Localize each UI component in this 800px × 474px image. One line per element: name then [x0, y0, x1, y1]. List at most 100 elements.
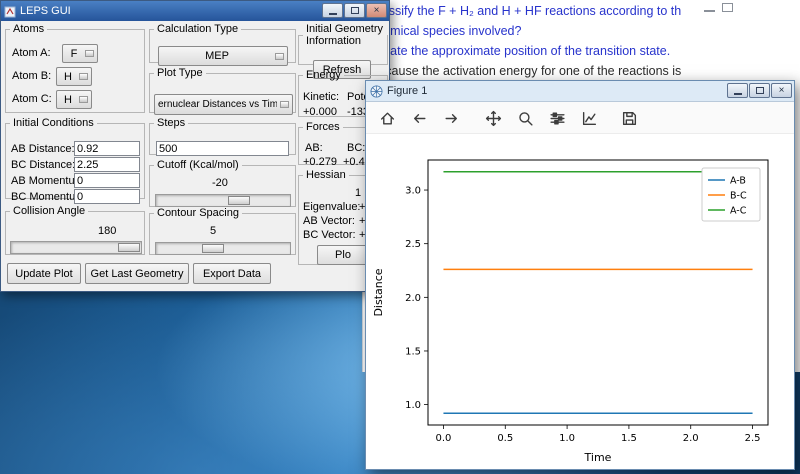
svg-text:1.0: 1.0	[405, 400, 421, 411]
svg-text:Time: Time	[584, 451, 612, 464]
dropdown-indicator-icon	[79, 73, 88, 80]
figure-window: Figure 1 ×	[365, 80, 795, 470]
forces-bc-label: BC:	[347, 142, 365, 154]
close-icon: ×	[779, 85, 785, 96]
leps-body: Atoms Atom A: F Atom B: H Atom C: H	[1, 21, 389, 291]
close-button[interactable]: ×	[366, 3, 387, 18]
cutoff-value: -20	[212, 177, 228, 189]
zoom-icon	[517, 110, 534, 127]
restore-icon[interactable]	[722, 3, 733, 12]
document-text-line: chemical species involved?	[370, 24, 521, 38]
dropdown-indicator-icon	[79, 96, 88, 103]
atom-c-value: H	[60, 94, 76, 106]
collision-angle-value: 180	[98, 225, 116, 237]
subplots-icon	[549, 110, 566, 127]
bc-distance-input[interactable]	[74, 157, 140, 172]
forces-ab-label: AB:	[305, 142, 323, 154]
hessian-group-label: Hessian	[303, 169, 349, 181]
plot-canvas[interactable]: 0.00.51.01.52.02.51.01.52.02.53.0TimeDis…	[366, 134, 794, 469]
calculation-type-label: Calculation Type	[154, 23, 241, 35]
home-button[interactable]	[374, 105, 400, 131]
close-button[interactable]: ×	[771, 83, 792, 98]
subplots-button[interactable]	[544, 105, 570, 131]
contour-spacing-group: Contour Spacing 5	[149, 207, 296, 255]
figure-titlebar[interactable]: Figure 1 ×	[366, 81, 794, 102]
contour-spacing-label: Contour Spacing	[154, 207, 242, 219]
bc-vector-label: BC Vector:	[303, 229, 356, 241]
cutoff-slider[interactable]	[155, 194, 291, 207]
atoms-group: Atoms Atom A: F Atom B: H Atom C: H	[5, 23, 145, 113]
dropdown-indicator-icon	[280, 101, 289, 108]
atom-a-label: Atom A:	[12, 47, 51, 59]
zoom-button[interactable]	[512, 105, 538, 131]
minimize-icon[interactable]	[704, 3, 715, 12]
leps-titlebar[interactable]: LEPS GUI ×	[1, 1, 389, 21]
maximize-button[interactable]	[344, 3, 365, 18]
document-text-line: Because the activation energy for one of…	[370, 64, 681, 78]
cutoff-slider-thumb[interactable]	[228, 196, 250, 205]
forward-icon	[443, 110, 460, 127]
energy-group-label: Energy	[303, 69, 344, 81]
steps-input[interactable]	[156, 141, 289, 156]
matplotlib-icon	[370, 85, 383, 98]
minimize-button[interactable]	[322, 3, 343, 18]
svg-text:Distance: Distance	[372, 268, 385, 316]
eigenvalue-label: Eigenvalue:	[303, 201, 361, 213]
forward-button[interactable]	[438, 105, 464, 131]
figure-toolbar	[366, 102, 794, 134]
svg-text:0.0: 0.0	[436, 433, 452, 444]
maximize-icon	[351, 7, 359, 14]
cutoff-label: Cutoff (Kcal/mol)	[154, 159, 242, 171]
calculation-type-group: Calculation Type MEP	[149, 23, 296, 63]
plot-hessian-button[interactable]: Plo	[317, 245, 369, 265]
customize-button[interactable]	[576, 105, 602, 131]
save-button[interactable]	[616, 105, 642, 131]
dropdown-indicator-icon	[275, 53, 284, 60]
document-text-line: Locate the approximate position of the t…	[370, 44, 670, 58]
atom-a-value: F	[66, 48, 82, 60]
calculation-type-select[interactable]: MEP	[158, 46, 288, 66]
atom-b-select[interactable]: H	[56, 67, 92, 86]
pan-button[interactable]	[480, 105, 506, 131]
svg-text:1.5: 1.5	[621, 433, 637, 444]
update-plot-button[interactable]: Update Plot	[7, 263, 81, 284]
plot-type-value: ernuclear Distances vs Tim	[158, 99, 277, 110]
steps-label: Steps	[154, 117, 188, 129]
svg-text:B-C: B-C	[730, 191, 747, 202]
svg-text:A-C: A-C	[730, 206, 747, 217]
back-button[interactable]	[406, 105, 432, 131]
contour-spacing-slider-thumb[interactable]	[202, 244, 224, 253]
atoms-group-label: Atoms	[10, 23, 47, 35]
kinetic-value: +0.000	[303, 106, 337, 118]
export-data-button[interactable]: Export Data	[193, 263, 271, 284]
atom-a-select[interactable]: F	[62, 44, 98, 63]
contour-spacing-slider[interactable]	[155, 242, 291, 255]
bc-momentum-input[interactable]	[74, 189, 140, 204]
customize-icon	[581, 110, 598, 127]
svg-text:2.5: 2.5	[405, 239, 421, 250]
svg-text:2.0: 2.0	[405, 293, 421, 304]
hessian-top-value: 1	[355, 187, 361, 199]
minimize-icon	[734, 93, 742, 95]
collision-angle-slider[interactable]	[10, 241, 142, 254]
plot-type-select[interactable]: ernuclear Distances vs Tim	[154, 94, 293, 115]
plot-type-label: Plot Type	[154, 67, 206, 79]
window-title: Figure 1	[387, 85, 427, 97]
atom-c-label: Atom C:	[12, 93, 52, 105]
ab-distance-input[interactable]	[74, 141, 140, 156]
maximize-button[interactable]	[749, 83, 770, 98]
ab-momentum-input[interactable]	[74, 173, 140, 188]
minimize-button[interactable]	[727, 83, 748, 98]
minimize-icon	[329, 13, 337, 15]
atom-c-select[interactable]: H	[56, 90, 92, 109]
bc-distance-label: BC Distance:	[11, 159, 75, 171]
collision-angle-group: Collision Angle 180	[5, 205, 145, 255]
pan-icon	[485, 110, 502, 127]
collision-angle-slider-thumb[interactable]	[118, 243, 140, 252]
collision-angle-label: Collision Angle	[10, 205, 88, 217]
get-last-geometry-button[interactable]: Get Last Geometry	[85, 263, 189, 284]
svg-text:2.5: 2.5	[745, 433, 761, 444]
app-icon	[4, 5, 16, 17]
atom-b-value: H	[60, 71, 76, 83]
svg-text:A-B: A-B	[730, 176, 746, 187]
